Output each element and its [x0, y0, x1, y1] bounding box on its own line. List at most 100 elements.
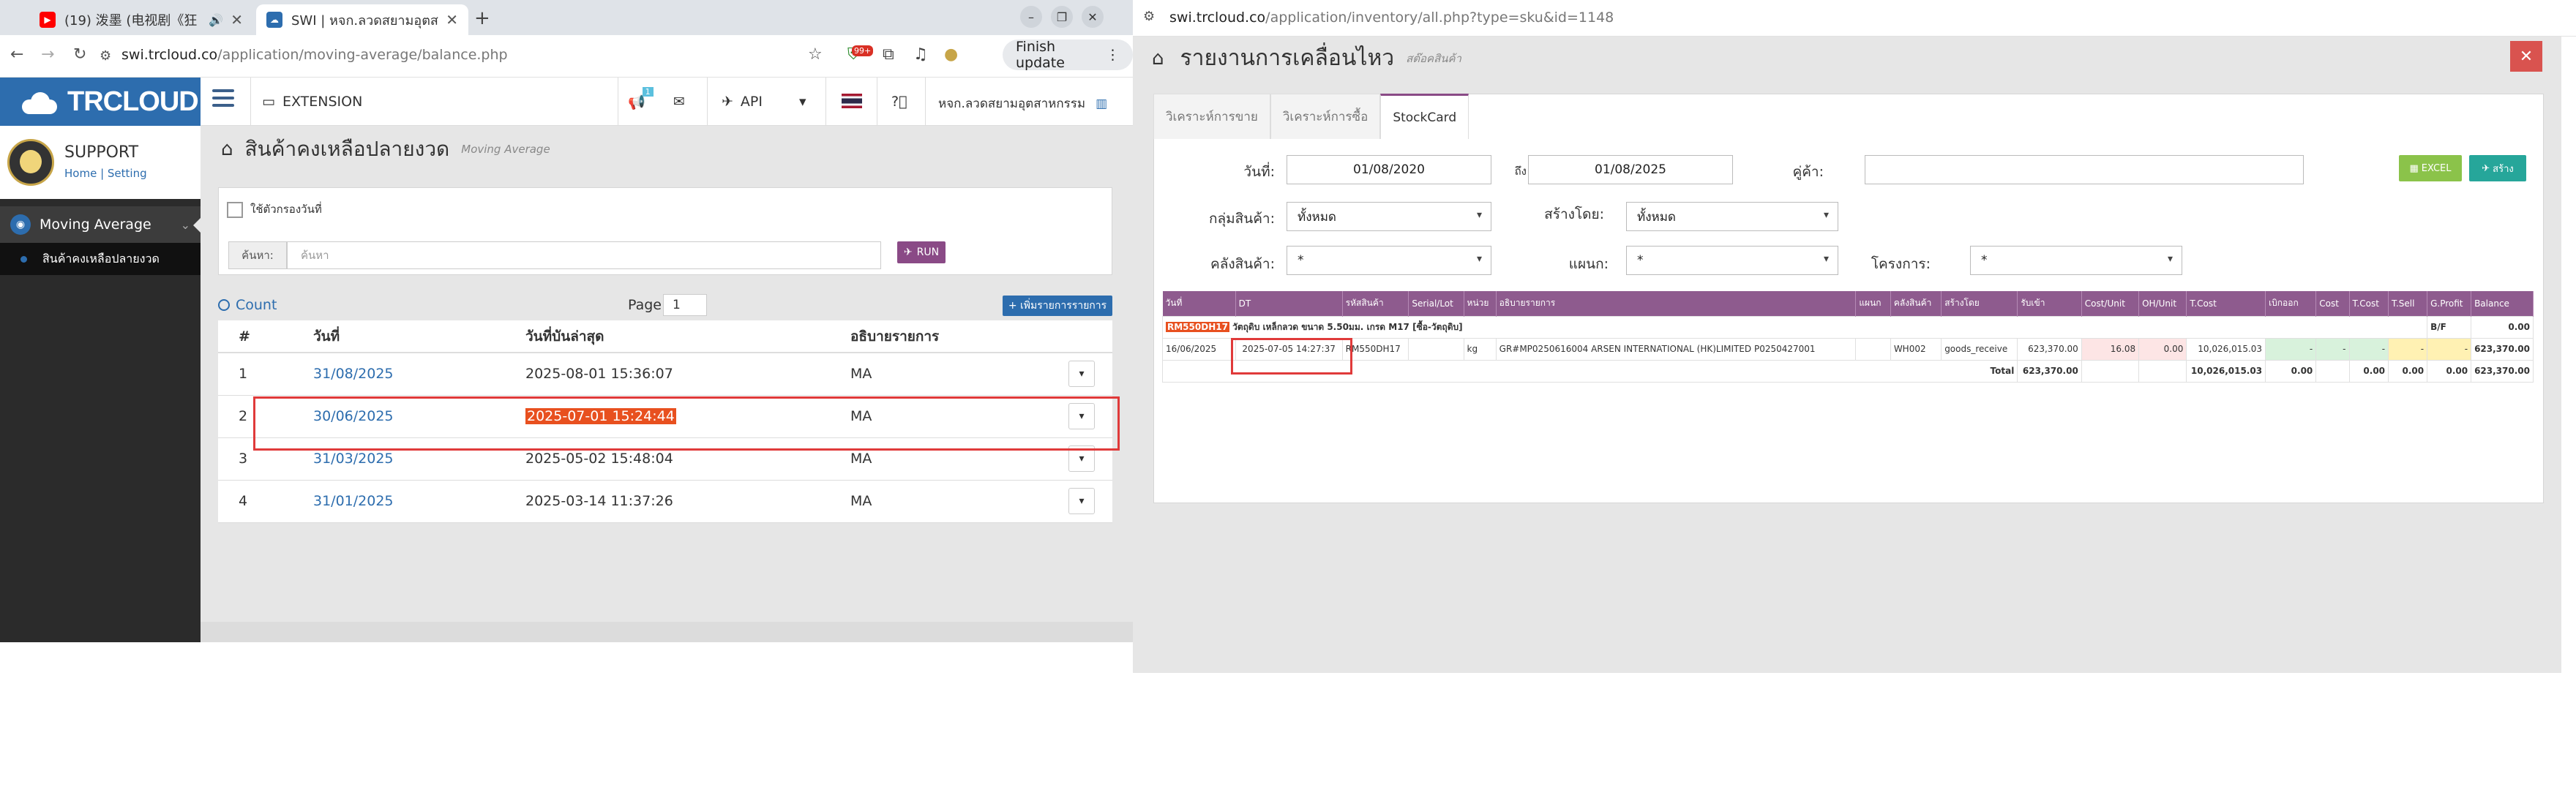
close-button[interactable]: ✕ — [2510, 41, 2542, 72]
minimize-icon[interactable]: – — [1020, 6, 1042, 28]
tab-sales-analysis[interactable]: วิเคราะห์การขาย — [1153, 94, 1270, 139]
sku-code-highlighted: RM550DH17 — [1166, 321, 1229, 332]
group-select[interactable]: ทั้งหมด — [1287, 202, 1491, 231]
audio-icon[interactable]: 🔊 — [209, 13, 223, 27]
total-tcost: 10,026,015.03 — [2186, 359, 2266, 383]
help-icon[interactable]: ?⃝ — [891, 94, 907, 110]
home-icon[interactable]: ⌂ — [221, 138, 233, 160]
site-info-icon[interactable]: ⚙ — [1143, 9, 1155, 24]
bookmark-star-icon[interactable]: ☆ — [808, 45, 823, 64]
row-cost-unit: 16.08 — [2081, 337, 2140, 361]
address-bar: ⚙ swi.trcloud.co/application/inventory/a… — [1133, 0, 2576, 37]
project-label: โครงการ: — [1871, 256, 1931, 272]
group-label: กลุ่มสินค้า: — [1208, 211, 1275, 227]
reload-icon[interactable]: ↻ — [73, 45, 86, 64]
add-item-button[interactable]: + เพิ่มรายการรายการ — [1003, 296, 1112, 316]
url-field[interactable]: swi.trcloud.co/application/moving-averag… — [121, 47, 508, 63]
brand-logo[interactable]: TRCLOUD — [0, 78, 201, 126]
tab-purchase-analysis[interactable]: วิเคราะห์การซื้อ — [1270, 94, 1381, 139]
row-balance: 623,370.00 — [2471, 337, 2534, 361]
department-select[interactable]: * — [1626, 246, 1838, 275]
back-icon[interactable]: ← — [10, 45, 23, 64]
created-by-select[interactable]: ทั้งหมด — [1626, 202, 1838, 231]
horizontal-scrollbar[interactable] — [201, 622, 1133, 642]
row-menu-button[interactable]: ▾ — [1068, 361, 1095, 388]
page-bottom — [1133, 673, 2561, 790]
site-info-icon[interactable]: ⚙ — [100, 48, 111, 64]
row-desc-link[interactable]: GR#MP0250616004 ARSEN INTERNATIONAL (HK)… — [1495, 337, 1857, 361]
count-link[interactable]: Count — [218, 297, 277, 313]
setting-link[interactable]: Setting — [108, 167, 147, 180]
create-label: สร้าง — [2493, 163, 2514, 175]
project-select[interactable]: * — [1970, 246, 2182, 275]
dropdown-caret-icon[interactable]: ▾ — [799, 94, 806, 110]
puzzle-icon[interactable]: ⧉ — [883, 45, 894, 64]
thai-flag-icon[interactable] — [842, 94, 862, 108]
close-icon[interactable]: ✕ — [231, 11, 243, 29]
extension-menu[interactable]: ▭ EXTENSION — [262, 94, 362, 110]
warehouse-select[interactable]: * — [1287, 246, 1491, 275]
building-icon: ▥ — [1096, 96, 1108, 111]
notification-button[interactable]: 📢 1 — [628, 87, 656, 110]
col-cost: Cost — [2315, 291, 2350, 316]
total-tcost-out: 0.00 — [2348, 359, 2389, 383]
date-filter-checkbox[interactable] — [227, 201, 243, 218]
row-date-link[interactable]: 31/08/2025 — [291, 353, 503, 396]
api-menu[interactable]: ✈ API — [722, 94, 763, 110]
page-input[interactable]: 1 — [663, 294, 707, 316]
url-field[interactable]: swi.trcloud.co/application/inventory/all… — [1169, 10, 1614, 26]
col-dt: DT — [1235, 291, 1343, 316]
cloud-icon — [18, 92, 61, 114]
partner-input[interactable] — [1865, 155, 2304, 184]
media-icon[interactable]: ♫ — [913, 45, 928, 64]
col-created-by: สร้างโดย — [1941, 291, 2018, 316]
sidebar — [0, 126, 201, 642]
profile-links: Home | Setting — [64, 167, 147, 180]
table-header: วันที่ DT รหัสสินค้า Serial/Lot หน่วย อธ… — [1162, 291, 2534, 316]
extension-label: EXTENSION — [282, 94, 363, 110]
date-filter-toggle[interactable]: ใช้ตัวกรองวันที่ — [227, 200, 322, 218]
run-button[interactable]: ✈ RUN — [897, 241, 946, 263]
row-tcost: 10,026,015.03 — [2186, 337, 2266, 361]
close-icon[interactable]: ✕ — [446, 11, 458, 29]
youtube-icon: ▶ — [40, 12, 56, 28]
table-row[interactable]: 1 31/08/2025 2025-08-01 15:36:07 MA ▾ — [218, 353, 1112, 396]
home-icon[interactable]: ⌂ — [1152, 48, 1164, 69]
table-row[interactable]: 4 31/01/2025 2025-03-14 11:37:26 MA ▾ — [218, 480, 1112, 523]
new-tab-icon[interactable]: + — [474, 7, 490, 29]
monitor-icon: ▭ — [262, 94, 275, 110]
finish-update-button[interactable]: Finish update ⋮ — [1003, 39, 1133, 71]
sidebar-item-balance[interactable]: สินค้าคงเหลือปลายงวด — [0, 243, 201, 275]
hamburger-icon[interactable] — [212, 89, 234, 110]
tab-youtube[interactable]: ▶ (19) 泼墨 (电视剧《狂 🔊 ✕ — [29, 4, 253, 35]
row-menu-button[interactable]: ▾ — [1068, 488, 1095, 514]
mail-icon[interactable]: ✉ — [673, 94, 685, 110]
profile-icon[interactable]: ● — [944, 45, 958, 64]
company-name[interactable]: หจก.ลวดสยามอุตสาหกรรม ▥ — [938, 94, 1107, 113]
date-from-input[interactable]: 01/08/2020 — [1287, 155, 1491, 184]
table-row[interactable]: 16/06/2025 2025-07-05 14:27:37 RM550DH17… — [1162, 337, 2534, 361]
sidebar-item-moving-average[interactable]: ◉ Moving Average ⌄ — [0, 206, 201, 243]
divider — [825, 78, 826, 126]
home-link[interactable]: Home — [64, 167, 97, 180]
profile-name: SUPPORT — [64, 143, 139, 162]
excel-button[interactable]: ▦ EXCEL — [2399, 155, 2462, 181]
search-input[interactable]: ค้นหา — [287, 241, 881, 269]
col-desc: อธิบายรายการ — [828, 320, 1068, 353]
row-date-link[interactable]: 31/01/2025 — [291, 480, 503, 523]
row-updated: 2025-08-01 15:36:07 — [503, 353, 828, 396]
maximize-icon[interactable]: ❐ — [1051, 6, 1073, 28]
avatar[interactable] — [7, 139, 54, 186]
row-desc: MA — [828, 480, 1068, 523]
tab-swi[interactable]: ☁ SWI | หจก.ลวดสยามอุตส ✕ — [256, 4, 468, 35]
menu-dots-icon: ⋮ — [1106, 47, 1120, 63]
col-tcost-out: T.Cost — [2349, 291, 2389, 316]
col-in: รับเข้า — [2017, 291, 2082, 316]
forward-icon[interactable]: → — [41, 45, 54, 64]
close-window-icon[interactable]: ✕ — [1082, 6, 1104, 28]
circle-icon — [218, 299, 230, 311]
date-to-input[interactable]: 01/08/2025 — [1528, 155, 1733, 184]
tab-stockcard[interactable]: StockCard — [1380, 94, 1469, 139]
total-row: Total 623,370.00 10,026,015.03 0.00 0.00… — [1161, 359, 2534, 383]
create-button[interactable]: ✈ สร้าง — [2469, 155, 2526, 181]
